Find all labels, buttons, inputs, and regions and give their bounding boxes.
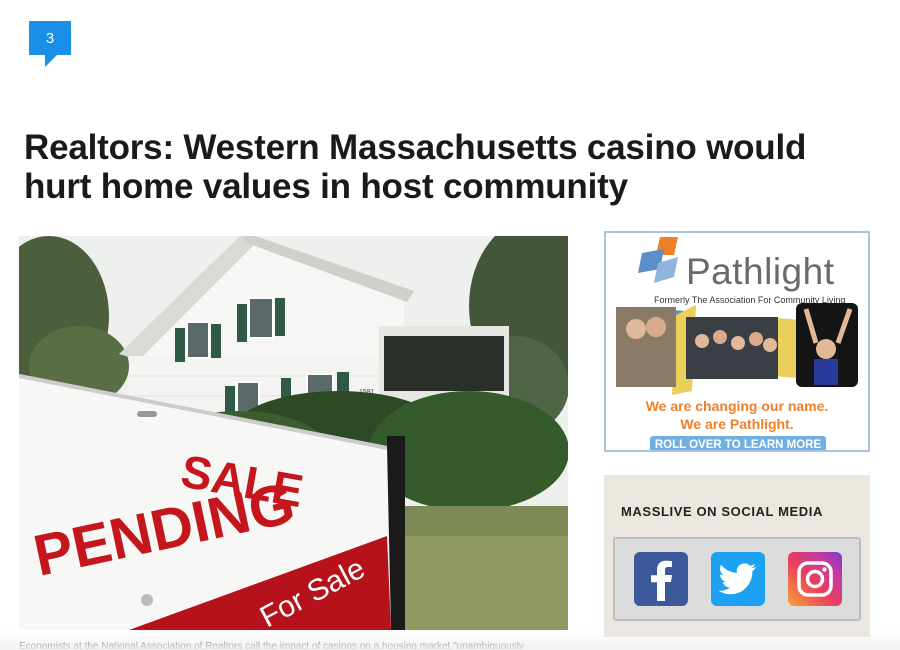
instagram-icon[interactable] [788, 552, 842, 606]
ad-message-line1: We are changing our name. [645, 398, 829, 414]
article-headline: Realtors: Western Massachusetts casino w… [24, 128, 807, 206]
social-media-title: MASSLIVE ON SOCIAL MEDIA [621, 504, 823, 519]
comment-count: 3 [45, 29, 55, 47]
facebook-icon[interactable] [634, 552, 688, 606]
photo-caption: Economists at the National Association o… [19, 641, 524, 650]
social-media-box: MASSLIVE ON SOCIAL MEDIA [604, 475, 870, 637]
pathlight-ad[interactable]: Pathlight Formerly The Association For C… [604, 231, 870, 452]
social-icons-row [613, 537, 861, 621]
article-photo[interactable]: 1581 SALE PENDING For Sale [19, 236, 568, 630]
ad-message-line2: We are Pathlight. [680, 416, 794, 432]
ad-learn-more-button[interactable]: ROLL OVER TO LEARN MORE [650, 436, 826, 450]
twitter-icon[interactable] [711, 552, 765, 606]
house-sale-photo: 1581 SALE PENDING For Sale [19, 236, 568, 630]
ad-photo-strip [616, 303, 858, 395]
ad-brand-name: Pathlight [686, 251, 835, 292]
comment-count-badge[interactable]: 3 [29, 21, 71, 67]
